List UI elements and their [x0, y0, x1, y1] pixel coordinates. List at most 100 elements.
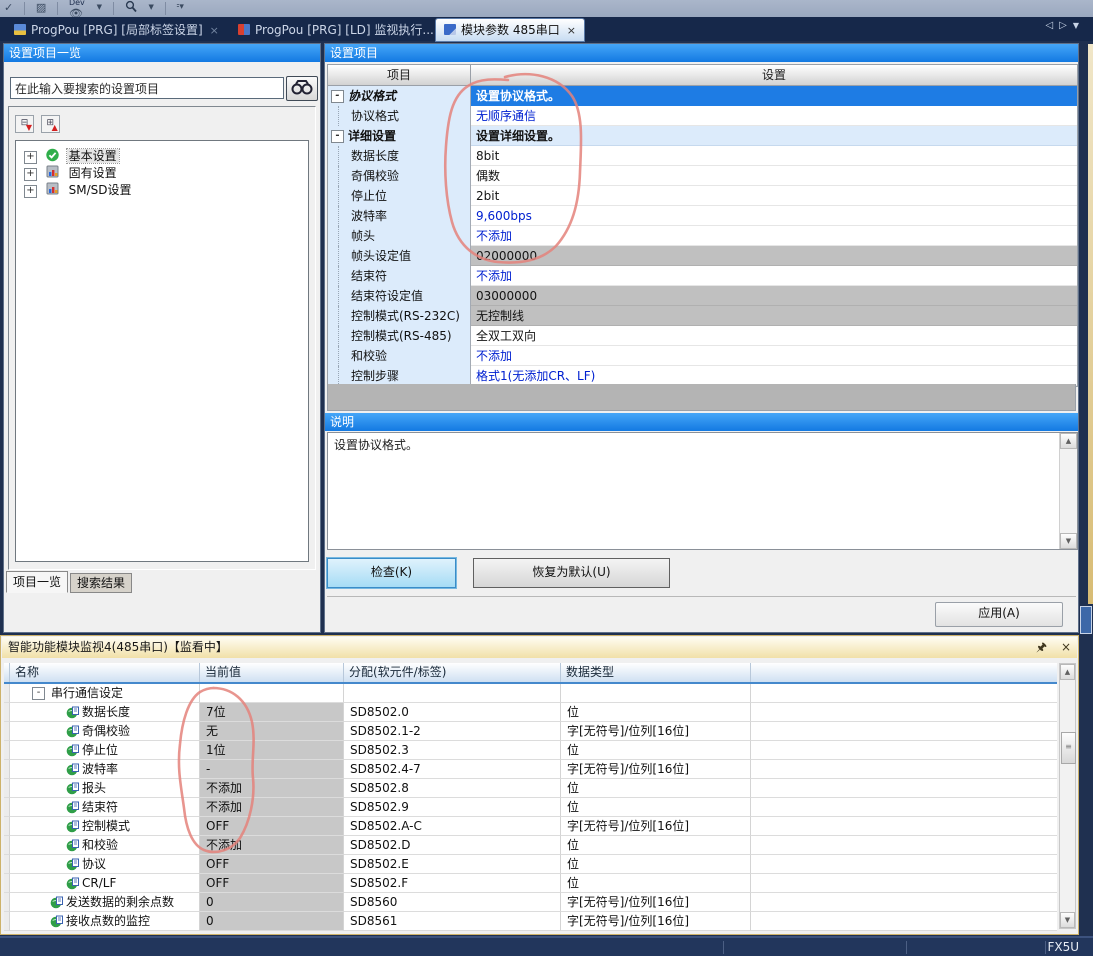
setting-value[interactable]: 设置协议格式。 — [471, 86, 1077, 106]
settings-row[interactable]: 和校验 不添加 — [328, 346, 1077, 366]
tab-close-icon[interactable]: × — [567, 24, 576, 37]
scroll-up-icon[interactable]: ▲ — [1060, 664, 1075, 680]
search-input[interactable] — [10, 77, 284, 99]
monitor-current-value[interactable]: 不添加 — [200, 836, 344, 855]
settings-row[interactable]: 控制模式(RS-485) 全双工双向 — [328, 326, 1077, 346]
settings-row[interactable]: 结束符 不添加 — [328, 266, 1077, 286]
zoom-search-icon[interactable] — [121, 0, 141, 17]
monitor-current-value[interactable]: - — [200, 760, 344, 779]
settings-row[interactable]: 帧头 不添加 — [328, 226, 1077, 246]
expand-icon[interactable]: + — [24, 168, 37, 181]
tab-progpou-label-settings[interactable]: ProgPou [PRG] [局部标签设置]× — [6, 19, 227, 41]
check-program-icon[interactable]: ✓ — [0, 0, 17, 17]
monitor-group-row[interactable]: -串行通信设定 — [4, 684, 1057, 703]
scroll-up-icon[interactable]: ▲ — [1060, 433, 1077, 449]
monitor-current-value[interactable]: 0 — [200, 912, 344, 931]
collapse-icon[interactable]: - — [32, 687, 45, 700]
collapse-all-icon[interactable]: ⊟▼ — [15, 115, 34, 133]
scrollbar-thumb[interactable]: ≡ — [1061, 732, 1076, 764]
zoom-dropdown-icon[interactable]: ▼ — [144, 0, 157, 17]
setting-value[interactable]: 格式1(无添加CR、LF) — [471, 366, 1077, 386]
tree-item-basic-settings[interactable]: + 基本设置 — [16, 148, 308, 165]
monitor-row[interactable]: 奇偶校验 无 SD8502.1-2 字[无符号]/位列[16位] — [4, 722, 1057, 741]
setting-value[interactable]: 9,600bps — [471, 206, 1077, 226]
monitor-current-value[interactable]: 无 — [200, 722, 344, 741]
description-scrollbar[interactable]: ▲ ▼ — [1059, 433, 1077, 549]
monitor-row[interactable]: 波特率 - SD8502.4-7 字[无符号]/位列[16位] — [4, 760, 1057, 779]
expand-icon[interactable]: + — [24, 185, 37, 198]
monitor-current-value[interactable]: 不添加 — [200, 779, 344, 798]
setting-value[interactable]: 不添加 — [471, 266, 1077, 286]
monitor-current-value[interactable]: OFF — [200, 817, 344, 836]
monitor-row[interactable]: 停止位 1位 SD8502.3 位 — [4, 741, 1057, 760]
setting-value[interactable]: 设置详细设置。 — [471, 126, 1077, 146]
docked-panel-sliver[interactable] — [1088, 44, 1093, 604]
monitor-current-value[interactable]: 1位 — [200, 741, 344, 760]
monitor-current-value[interactable]: 不添加 — [200, 798, 344, 817]
setting-value[interactable]: 8bit — [471, 146, 1077, 166]
setting-value[interactable]: 不添加 — [471, 346, 1077, 366]
settings-row[interactable]: -详细设置 设置详细设置。 — [328, 126, 1077, 146]
settings-row[interactable]: 帧头设定值 02000000 — [328, 246, 1077, 266]
setting-value[interactable]: 2bit — [471, 186, 1077, 206]
monitor-current-value[interactable]: 0 — [200, 893, 344, 912]
scroll-down-icon[interactable]: ▼ — [1060, 533, 1077, 549]
monitor-row[interactable]: 接收点数的监控 0 SD8561 字[无符号]/位列[16位] — [4, 912, 1057, 931]
monitor-row[interactable]: 发送数据的剩余点数 0 SD8560 字[无符号]/位列[16位] — [4, 893, 1057, 912]
pin-icon[interactable]: 🖈 — [1036, 640, 1047, 654]
close-icon[interactable]: × — [1061, 640, 1071, 654]
restore-default-button[interactable]: 恢复为默认(U) — [473, 558, 670, 588]
docked-panel-icon[interactable] — [1080, 606, 1092, 634]
column-header-item[interactable]: 项目 — [328, 65, 471, 85]
settings-row[interactable]: 停止位 2bit — [328, 186, 1077, 206]
tab-module-parameter-485[interactable]: 模块参数 485串口× — [436, 19, 584, 41]
setting-value[interactable]: 无控制线 — [471, 306, 1077, 326]
monitor-row[interactable]: 协议 OFF SD8502.E 位 — [4, 855, 1057, 874]
settings-row[interactable]: -协议格式 设置协议格式。 — [328, 86, 1077, 106]
toolbar-overflow-icon[interactable]: ⹀▾ — [173, 0, 188, 17]
tab-progpou-ld-monitor[interactable]: ProgPou [PRG] [LD] 监视执行...× — [230, 19, 458, 41]
setting-value[interactable]: 02000000 — [471, 246, 1077, 266]
collapse-icon[interactable]: - — [331, 90, 344, 103]
settings-row[interactable]: 波特率 9,600bps — [328, 206, 1077, 226]
settings-row[interactable]: 奇偶校验 偶数 — [328, 166, 1077, 186]
monitor-row[interactable]: 和校验 不添加 SD8502.D 位 — [4, 836, 1057, 855]
monitor-row[interactable]: 控制模式 OFF SD8502.A-C 字[无符号]/位列[16位] — [4, 817, 1057, 836]
setting-value[interactable]: 偶数 — [471, 166, 1077, 186]
collapse-icon[interactable]: - — [331, 130, 344, 143]
setting-value[interactable]: 无顺序通信 — [471, 106, 1077, 126]
monitor-current-value[interactable]: OFF — [200, 855, 344, 874]
monitor-row[interactable]: 报头 不添加 SD8502.8 位 — [4, 779, 1057, 798]
tab-scroll-controls[interactable]: ◁▷▼ — [1045, 20, 1085, 31]
expand-all-icon[interactable]: ⊞▲ — [41, 115, 60, 133]
check-button[interactable]: 检查(K) — [327, 558, 456, 588]
column-header-data-type[interactable]: 数据类型 — [561, 663, 751, 682]
stamp-icon[interactable]: ▨ — [32, 0, 50, 17]
tab-search-results[interactable]: 搜索结果 — [70, 573, 132, 593]
monitor-row[interactable]: CR/LF OFF SD8502.F 位 — [4, 874, 1057, 893]
settings-row[interactable]: 结束符设定值 03000000 — [328, 286, 1077, 306]
setting-value[interactable]: 全双工双向 — [471, 326, 1077, 346]
monitor-scrollbar[interactable]: ▲ ▼ ≡ — [1059, 663, 1076, 929]
tab-close-icon[interactable]: × — [210, 24, 219, 37]
monitor-row[interactable]: 结束符 不添加 SD8502.9 位 — [4, 798, 1057, 817]
settings-row[interactable]: 控制模式(RS-232C) 无控制线 — [328, 306, 1077, 326]
device-view-dropdown-icon[interactable]: ▼ — [93, 0, 106, 17]
settings-row[interactable]: 协议格式 无顺序通信 — [328, 106, 1077, 126]
column-header-current-value[interactable]: 当前值 — [200, 663, 344, 682]
column-header-name[interactable]: 名称 — [10, 663, 200, 682]
tab-item-list[interactable]: 项目一览 — [6, 571, 68, 593]
apply-button[interactable]: 应用(A) — [935, 602, 1063, 627]
device-view-icon[interactable]: Dev👁 — [65, 0, 89, 17]
setting-value[interactable]: 03000000 — [471, 286, 1077, 306]
monitor-row[interactable]: 数据长度 7位 SD8502.0 位 — [4, 703, 1057, 722]
expand-icon[interactable]: + — [24, 151, 37, 164]
monitor-current-value[interactable]: OFF — [200, 874, 344, 893]
column-header-setting[interactable]: 设置 — [471, 65, 1077, 85]
tree-item-inherent-settings[interactable]: + 固有设置 — [16, 165, 308, 182]
settings-row[interactable]: 数据长度 8bit — [328, 146, 1077, 166]
column-header-device-label[interactable]: 分配(软元件/标签) — [344, 663, 561, 682]
scroll-down-icon[interactable]: ▼ — [1060, 912, 1075, 928]
monitor-current-value[interactable]: 7位 — [200, 703, 344, 722]
setting-value[interactable]: 不添加 — [471, 226, 1077, 246]
